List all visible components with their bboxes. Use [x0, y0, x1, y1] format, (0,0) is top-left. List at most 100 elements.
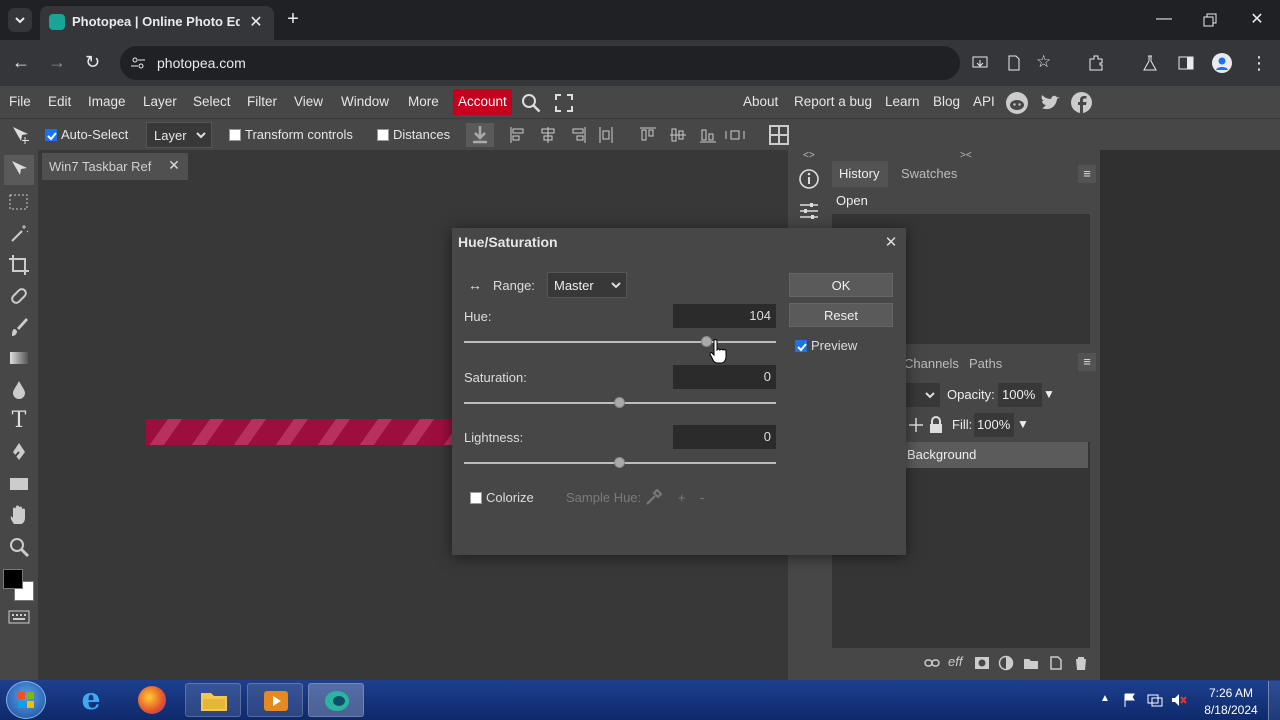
hue-slider-track[interactable] — [464, 341, 776, 343]
close-document-icon[interactable]: ✕ — [166, 157, 182, 175]
preview-checkbox[interactable] — [795, 340, 807, 352]
twitter-icon[interactable] — [1040, 93, 1062, 113]
eyedropper-icon[interactable] — [645, 488, 663, 506]
delete-layer-trash-icon[interactable] — [1073, 655, 1089, 671]
type-tool-icon[interactable]: T — [8, 410, 30, 432]
ok-button[interactable]: OK — [789, 273, 893, 297]
new-group-folder-icon[interactable] — [1023, 655, 1039, 671]
pen-tool-icon[interactable] — [8, 441, 30, 463]
tab-swatches[interactable]: Swatches — [901, 166, 957, 181]
start-button[interactable] — [6, 681, 46, 719]
firefox-taskbar-button[interactable] — [124, 683, 180, 717]
fill-input[interactable]: 100% — [974, 413, 1014, 437]
move-tool-button[interactable] — [4, 155, 34, 185]
keyboard-icon[interactable] — [8, 609, 30, 625]
site-settings-icon[interactable] — [130, 55, 146, 71]
align-top-icon[interactable] — [638, 125, 658, 145]
distribute-vertical-icon[interactable] — [724, 125, 746, 145]
close-window-icon[interactable]: ✕ — [1246, 9, 1268, 31]
history-item[interactable]: Open — [832, 188, 1090, 214]
distances-checkbox[interactable] — [377, 129, 389, 141]
search-icon[interactable] — [521, 93, 541, 113]
info-icon[interactable] — [798, 168, 820, 190]
healing-brush-tool-icon[interactable] — [8, 285, 30, 307]
install-app-icon[interactable] — [972, 55, 988, 71]
adjustments-sliders-icon[interactable] — [798, 200, 820, 222]
move-tool-icon[interactable] — [10, 125, 32, 145]
tab-channels[interactable]: Channels — [904, 356, 959, 371]
link-learn[interactable]: Learn — [885, 86, 920, 118]
document-tab[interactable]: Win7 Taskbar Ref ✕ — [42, 153, 188, 180]
layer-mask-icon[interactable] — [974, 655, 990, 671]
layer-effects-icon[interactable]: eff — [948, 654, 962, 669]
network-icon[interactable] — [1146, 692, 1164, 708]
new-tab-icon[interactable]: + — [282, 8, 304, 30]
menu-edit[interactable]: Edit — [48, 86, 71, 118]
blur-tool-icon[interactable] — [8, 379, 30, 401]
eyedropper-add-icon[interactable]: + — [678, 490, 686, 505]
facebook-icon[interactable] — [1071, 92, 1092, 113]
new-layer-icon[interactable] — [1048, 655, 1064, 671]
address-bar[interactable]: photopea.com ☆ — [120, 46, 1051, 80]
tab-search-button[interactable] — [8, 8, 32, 32]
align-center-icon[interactable] — [538, 125, 558, 145]
hand-tool-icon[interactable] — [8, 504, 30, 526]
account-button[interactable]: Account — [453, 89, 512, 115]
reload-icon[interactable]: ↻ — [85, 52, 105, 72]
eyedropper-subtract-icon[interactable]: - — [700, 490, 704, 505]
layers-panel-menu-icon[interactable]: ≡ — [1078, 353, 1096, 371]
browser-tab-photopea[interactable]: Photopea | Online Photo Editor ✕ — [40, 6, 274, 40]
opacity-dropdown-icon[interactable]: ▼ — [1043, 387, 1055, 401]
menu-layer[interactable]: Layer — [143, 86, 177, 118]
extensions-icon[interactable] — [1086, 53, 1106, 73]
close-tab-icon[interactable]: ✕ — [246, 13, 266, 33]
marquee-tool-icon[interactable] — [8, 192, 30, 212]
back-arrow-icon[interactable]: ← — [12, 52, 32, 72]
align-right-icon[interactable] — [568, 125, 588, 145]
link-api[interactable]: API — [973, 86, 995, 118]
clock-date[interactable]: 8/18/2024 — [1200, 703, 1262, 717]
magic-wand-tool-icon[interactable] — [8, 223, 30, 245]
browser-menu-icon[interactable]: ⋮ — [1250, 53, 1268, 73]
lightness-input[interactable]: 0 — [673, 425, 776, 449]
menu-image[interactable]: Image — [88, 86, 126, 118]
adjustment-layer-icon[interactable] — [998, 655, 1014, 671]
menu-view[interactable]: View — [294, 86, 323, 118]
fullscreen-icon[interactable] — [555, 94, 573, 112]
file-explorer-taskbar-button[interactable] — [185, 683, 241, 717]
distribute-horizontal-icon[interactable] — [596, 125, 616, 145]
action-center-flag-icon[interactable] — [1122, 692, 1138, 708]
hue-input[interactable]: 104 — [673, 304, 776, 328]
download-align-icon[interactable] — [466, 123, 494, 147]
link-blog[interactable]: Blog — [933, 86, 960, 118]
minimize-window-icon[interactable]: — — [1152, 10, 1176, 30]
media-player-taskbar-button[interactable] — [247, 683, 303, 717]
foreground-color-swatch[interactable] — [3, 569, 23, 589]
grid-layout-icon[interactable] — [768, 124, 790, 146]
menu-window[interactable]: Window — [341, 86, 389, 118]
link-layers-icon[interactable] — [924, 655, 940, 671]
saturation-input[interactable]: 0 — [673, 365, 776, 389]
photopea-browser-taskbar-button[interactable] — [308, 683, 364, 717]
reset-button[interactable]: Reset — [789, 303, 893, 327]
brush-tool-icon[interactable] — [8, 316, 30, 338]
internet-explorer-taskbar-button[interactable]: e — [62, 683, 118, 717]
collapse-arrows-icon[interactable]: <> — [803, 150, 815, 161]
link-about[interactable]: About — [743, 86, 778, 118]
forward-arrow-icon[interactable]: → — [48, 52, 68, 72]
auto-select-checkbox[interactable] — [45, 129, 57, 141]
fill-dropdown-icon[interactable]: ▼ — [1017, 417, 1029, 431]
transform-controls-checkbox[interactable] — [229, 129, 241, 141]
reddit-icon[interactable] — [1006, 92, 1028, 114]
align-bottom-icon[interactable] — [698, 125, 718, 145]
align-left-icon[interactable] — [508, 125, 528, 145]
clock-time[interactable]: 7:26 AM — [1200, 686, 1262, 700]
restore-window-icon[interactable] — [1200, 10, 1220, 30]
zoom-tool-icon[interactable] — [8, 536, 30, 558]
tab-paths[interactable]: Paths — [969, 356, 1002, 371]
bookmark-star-icon[interactable]: ☆ — [1036, 52, 1056, 72]
crop-tool-icon[interactable] — [8, 254, 30, 276]
menu-more[interactable]: More — [408, 86, 439, 118]
lock-position-icon[interactable] — [908, 417, 924, 433]
side-panel-icon[interactable] — [1176, 53, 1196, 73]
